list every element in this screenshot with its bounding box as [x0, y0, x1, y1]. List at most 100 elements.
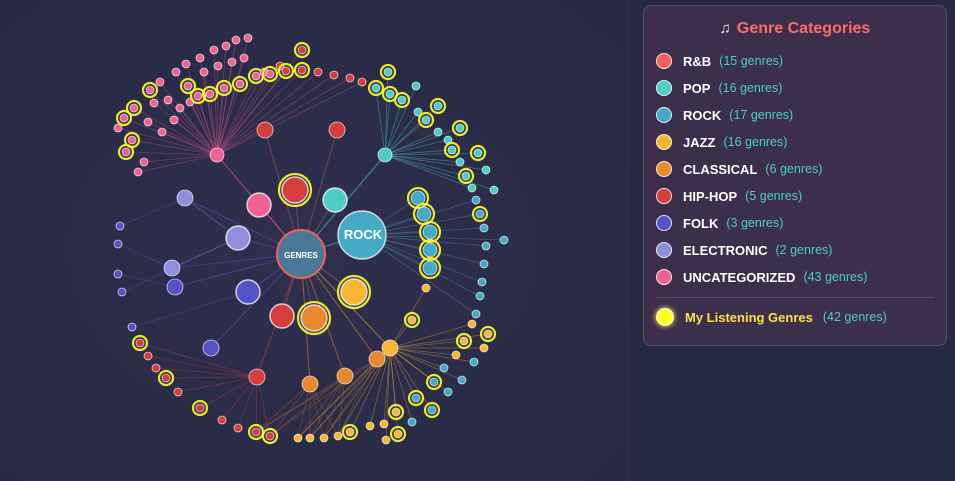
pop-genre-node[interactable] [447, 145, 457, 155]
jazz-genre-node[interactable] [429, 377, 439, 387]
jazz-genre-node[interactable] [459, 336, 469, 346]
rock-genre-node[interactable] [410, 190, 426, 206]
pop-genre-node[interactable] [421, 115, 431, 125]
jazz-genre-node[interactable] [293, 433, 303, 443]
jazz-genre-node[interactable] [333, 431, 343, 441]
uncategorized-genre-node[interactable] [221, 41, 231, 51]
classical-hub-node[interactable] [336, 367, 354, 385]
uncategorized-genre-node[interactable] [205, 89, 215, 99]
legend-item-jazz[interactable]: JAZZ (16 genres) [656, 132, 787, 152]
legend-item-pop[interactable]: POP (16 genres) [656, 78, 782, 98]
legend-item-uncategorized[interactable]: UNCATEGORIZED (43 genres) [656, 267, 867, 287]
uncategorized-genre-node[interactable] [265, 69, 275, 79]
pop-genre-node[interactable] [371, 83, 381, 93]
jazz-genre-node[interactable] [365, 421, 375, 431]
rock-genre-node[interactable] [471, 195, 481, 205]
hip-hop-genre-node[interactable] [161, 373, 171, 383]
uncategorized-genre-node[interactable] [231, 35, 241, 45]
legend-item-hip-hop[interactable]: HIP-HOP (5 genres) [656, 186, 802, 206]
folk-genre-node[interactable] [117, 287, 127, 297]
hip-hop-genre-node[interactable] [135, 338, 145, 348]
rb-category-node[interactable] [269, 303, 295, 329]
jazz-genre-node[interactable] [393, 429, 403, 439]
electronic-node[interactable] [163, 259, 181, 277]
jazz-genre-node[interactable] [379, 419, 389, 429]
uncategorized-genre-node[interactable] [297, 65, 307, 75]
legend-item-classical[interactable]: CLASSICAL (6 genres) [656, 159, 822, 179]
hip-hop-genre-node[interactable] [173, 387, 183, 397]
jazz-hub-node[interactable] [381, 339, 399, 357]
uncategorized-genre-node[interactable] [139, 157, 149, 167]
rock-genre-node[interactable] [475, 291, 485, 301]
uncategorized-genre-node[interactable] [155, 77, 165, 87]
uncategorized-genre-node[interactable] [219, 83, 229, 93]
hip-hop-genre-node[interactable] [217, 415, 227, 425]
jazz-genre-node[interactable] [479, 343, 489, 353]
hip-hop-genre-node[interactable] [195, 403, 205, 413]
folk-node[interactable] [202, 339, 220, 357]
jazz-genre-node[interactable] [469, 357, 479, 367]
uncategorized-genre-node[interactable] [133, 167, 143, 177]
folk-genre-node[interactable] [113, 239, 123, 249]
legend-item-my-listening[interactable]: My Listening Genres (42 genres) [656, 307, 887, 327]
legend-item-folk[interactable]: FOLK (3 genres) [656, 213, 783, 233]
uncategorized-genre-node[interactable] [163, 95, 173, 105]
jazz-genre-node[interactable] [391, 407, 401, 417]
uncategorized-genre-node[interactable] [239, 53, 249, 63]
uncategorized-genre-node[interactable] [169, 115, 179, 125]
rock-genre-node[interactable] [475, 209, 485, 219]
jazz-genre-node[interactable] [483, 329, 493, 339]
pop-hub-node[interactable] [377, 147, 393, 163]
jazz-genre-node[interactable] [451, 350, 461, 360]
uncategorized-genre-node[interactable] [345, 73, 355, 83]
jazz-genre-node[interactable] [457, 375, 467, 385]
folk-genre-node[interactable] [113, 269, 123, 279]
uncategorized-genre-node[interactable] [251, 71, 261, 81]
uncategorized-genre-node[interactable] [181, 59, 191, 69]
rock-genre-node[interactable] [471, 309, 481, 319]
pop-genre-node[interactable] [481, 165, 491, 175]
uncategorized-genre-node[interactable] [209, 45, 219, 55]
jazz-genre-node[interactable] [439, 363, 449, 373]
legend-item-rock[interactable]: ROCK (17 genres) [656, 105, 793, 125]
jazz-genre-node[interactable] [427, 405, 437, 415]
hip-hop-node[interactable] [256, 121, 274, 139]
uncategorized-genre-node[interactable] [145, 85, 155, 95]
jazz-genre-node[interactable] [345, 427, 355, 437]
electronic-node[interactable] [176, 189, 194, 207]
uncategorized-genre-node[interactable] [297, 45, 307, 55]
classical-hub-node[interactable] [301, 375, 319, 393]
jazz-genre-node[interactable] [421, 283, 431, 293]
hip-hop-category-node[interactable] [281, 176, 309, 204]
uncategorized-genre-node[interactable] [213, 61, 223, 71]
uncategorized-genre-node[interactable] [313, 67, 323, 77]
pop-genre-node[interactable] [467, 183, 477, 193]
jazz-genre-node[interactable] [467, 319, 477, 329]
rock-genre-node[interactable] [422, 224, 438, 240]
hip-hop-genre-node[interactable] [143, 351, 153, 361]
uncategorized-genre-node[interactable] [195, 53, 205, 63]
uncategorized-genre-node[interactable] [281, 66, 291, 76]
uncategorized-genre-node[interactable] [199, 67, 209, 77]
jazz-genre-node[interactable] [381, 435, 391, 445]
uncategorized-hub-node[interactable] [209, 147, 225, 163]
pop-genre-node[interactable] [433, 127, 443, 137]
uncategorized-genre-node[interactable] [329, 70, 339, 80]
rock-genre-node[interactable] [422, 260, 438, 276]
hip-hop-genre-node[interactable] [233, 423, 243, 433]
jazz-genre-node[interactable] [305, 433, 315, 443]
pop-genre-node[interactable] [489, 185, 499, 195]
pop-genre-node[interactable] [433, 101, 443, 111]
jazz-genre-node[interactable] [319, 433, 329, 443]
pop-genre-node[interactable] [383, 67, 393, 77]
jazz-genre-node[interactable] [407, 417, 417, 427]
pop-genre-node[interactable] [461, 171, 471, 181]
uncategorized-genre-node[interactable] [121, 147, 131, 157]
pop-genre-node[interactable] [397, 95, 407, 105]
folk-genre-node[interactable] [115, 221, 125, 231]
pop-genre-node[interactable] [455, 157, 465, 167]
uncategorized-category-node[interactable] [246, 192, 272, 218]
rock-genre-node[interactable] [477, 277, 487, 287]
jazz-genre-node[interactable] [411, 393, 421, 403]
uncategorized-genre-node[interactable] [175, 103, 185, 113]
